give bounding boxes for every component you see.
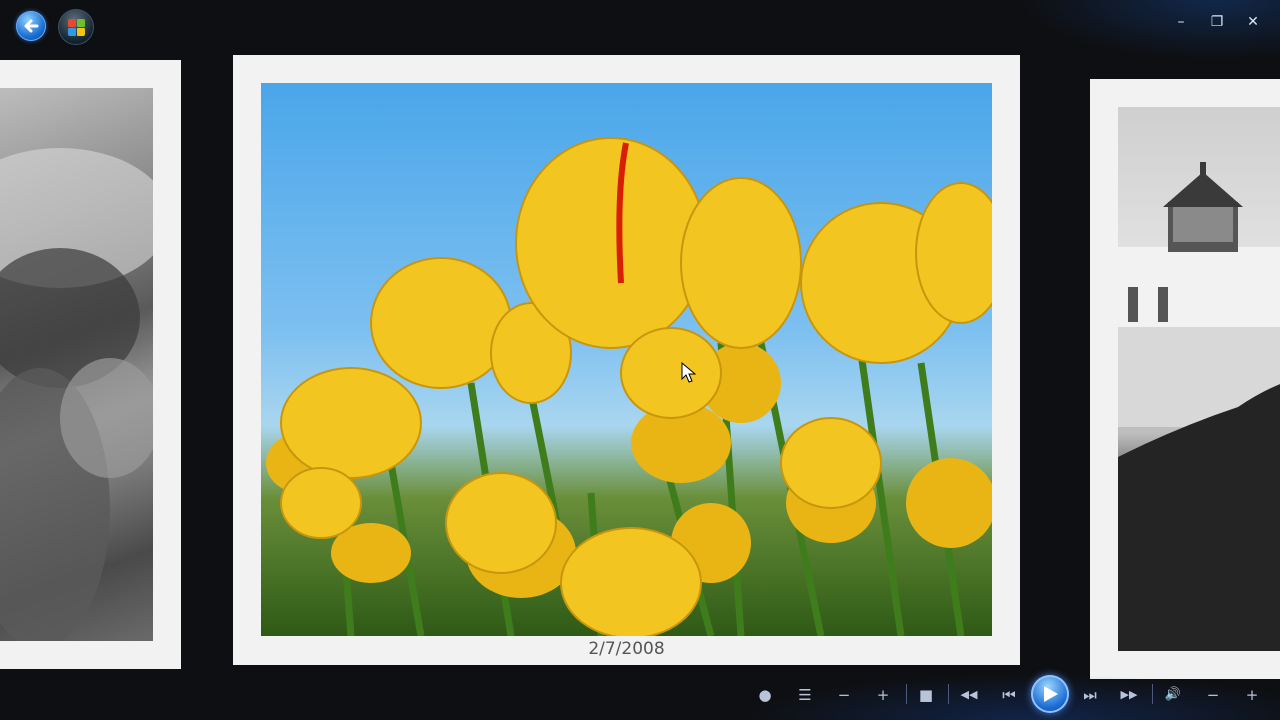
rewind-button[interactable]: ◀◀ xyxy=(956,682,982,708)
current-slide-photo xyxy=(261,83,992,636)
next-slide-frame[interactable] xyxy=(1090,79,1280,679)
separator xyxy=(1152,684,1153,704)
restore-button[interactable]: ❐ xyxy=(1202,8,1232,36)
koala-image xyxy=(0,148,153,641)
volume-button[interactable]: 🔊 xyxy=(1160,682,1186,708)
rewind-icon: ◀◀ xyxy=(960,688,978,701)
next-slide-photo xyxy=(1118,107,1280,651)
stop-icon: ■ xyxy=(918,686,934,704)
close-button[interactable]: ✕ xyxy=(1238,8,1268,36)
back-button[interactable] xyxy=(16,11,46,41)
top-bar: – ❐ ✕ xyxy=(0,0,1280,60)
mouse-cursor-icon xyxy=(681,362,697,383)
separator xyxy=(906,684,907,704)
restore-icon: ❐ xyxy=(1210,14,1224,30)
skip-next-icon: ⏭ xyxy=(1083,686,1097,704)
previous-slide-frame[interactable] xyxy=(0,60,181,669)
fast-forward-icon: ▶▶ xyxy=(1120,688,1138,701)
volume-icon: 🔊 xyxy=(1164,687,1182,702)
fast-forward-button[interactable]: ▶▶ xyxy=(1116,682,1142,708)
back-arrow-icon xyxy=(24,19,39,33)
current-slide-frame[interactable]: 2/7/2008 xyxy=(233,55,1020,665)
previous-button[interactable]: ⏮ xyxy=(996,682,1022,708)
volume-down-button[interactable]: − xyxy=(1200,682,1226,708)
minimize-icon: – xyxy=(1177,14,1185,30)
separator xyxy=(948,684,949,704)
volume-up-button[interactable]: + xyxy=(1239,682,1265,708)
skip-previous-icon: ⏮ xyxy=(1002,686,1016,704)
minus-icon: − xyxy=(837,686,851,704)
plus-icon: + xyxy=(1245,686,1259,704)
record-icon: ● xyxy=(758,686,772,704)
windows-start-orb-icon[interactable] xyxy=(58,9,94,45)
play-icon xyxy=(1044,686,1058,702)
slide-date: 2/7/2008 xyxy=(588,639,665,659)
list-icon: ☰ xyxy=(798,686,812,704)
zoom-out-button[interactable]: − xyxy=(831,682,857,708)
minimize-button[interactable]: – xyxy=(1166,8,1196,36)
close-icon: ✕ xyxy=(1247,14,1259,30)
zoom-in-button[interactable]: + xyxy=(870,682,896,708)
slideshow-controls: ● ☰ − + ■ ◀◀ ⏮ ⏭ ▶▶ 🔊 − + xyxy=(740,674,1280,720)
lighthouse-image xyxy=(1118,162,1280,651)
tulips-image xyxy=(266,137,992,636)
stop-button[interactable]: ■ xyxy=(913,682,939,708)
play-button[interactable] xyxy=(1031,675,1069,713)
themes-button[interactable]: ☰ xyxy=(792,682,818,708)
minus-icon: − xyxy=(1206,686,1220,704)
plus-icon: + xyxy=(876,686,890,704)
record-button[interactable]: ● xyxy=(752,682,778,708)
next-button[interactable]: ⏭ xyxy=(1077,682,1103,708)
previous-slide-photo xyxy=(0,88,153,641)
